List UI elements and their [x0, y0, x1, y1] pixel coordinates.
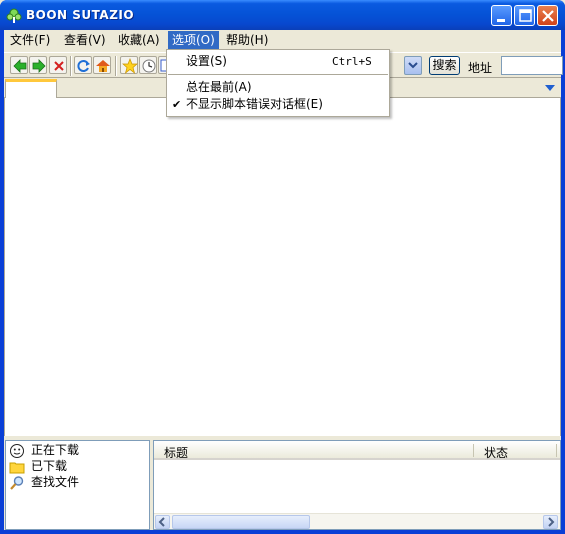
toolbar-separator: [115, 56, 117, 76]
chevron-down-icon: [408, 62, 418, 69]
stop-button[interactable]: [49, 56, 67, 74]
tree-item-label: 正在下载: [31, 443, 80, 457]
menu-favorites[interactable]: 收藏(A): [114, 31, 164, 49]
forward-icon: [32, 59, 46, 73]
column-divider[interactable]: [473, 444, 474, 457]
scroll-left-button[interactable]: [155, 515, 170, 529]
toolbar-separator: [70, 56, 72, 76]
menu-help[interactable]: 帮助(H): [222, 31, 272, 49]
downloads-tree: 正在下载 已下载 查找文件: [5, 440, 150, 530]
maximize-icon: [519, 9, 532, 22]
address-label: 地址: [468, 61, 493, 75]
menu-item-label: 不显示脚本错误对话框(E): [186, 97, 323, 111]
menu-options[interactable]: 选项(O): [168, 31, 219, 49]
tree-item-label: 已下载: [31, 459, 68, 473]
favorites-icon: [122, 58, 138, 74]
title-bar[interactable]: BOON SUTAZIO: [0, 0, 565, 30]
tab-blank[interactable]: [5, 79, 57, 98]
menu-separator: [168, 74, 388, 75]
menu-item-label: 设置(S): [186, 54, 227, 68]
column-divider[interactable]: [556, 444, 557, 457]
forward-button[interactable]: [29, 56, 47, 74]
back-icon: [13, 59, 27, 73]
close-button[interactable]: [537, 5, 558, 26]
favorites-button[interactable]: [120, 56, 138, 74]
magnifier-icon: [10, 476, 24, 490]
app-window: BOON SUTAZIO 文件(F) 查看(V) 收藏(A) 选项(O) 帮助(…: [0, 0, 565, 534]
minimize-icon: [497, 19, 505, 22]
home-button[interactable]: [93, 56, 111, 74]
home-icon: [96, 60, 110, 72]
back-button[interactable]: [10, 56, 28, 74]
scroll-thumb[interactable]: [172, 515, 310, 529]
app-logo-icon: [6, 8, 22, 23]
menu-item-shortcut: Ctrl+S: [332, 55, 372, 68]
menu-item-settings[interactable]: 设置(S) Ctrl+S: [167, 53, 389, 70]
history-button[interactable]: [139, 56, 157, 74]
maximize-button[interactable]: [514, 5, 535, 26]
list-header: 标题 状态: [154, 441, 560, 460]
chevron-right-icon: [548, 517, 555, 527]
tab-list-arrow-icon[interactable]: [545, 84, 555, 92]
history-icon: [142, 59, 156, 73]
download-list: 标题 状态: [153, 440, 561, 530]
column-status[interactable]: 状态: [484, 444, 508, 461]
options-menu: 设置(S) Ctrl+S 总在最前(A) ✔ 不显示脚本错误对话框(E): [166, 49, 390, 117]
menu-bar: 文件(F) 查看(V) 收藏(A) 选项(O) 帮助(H): [4, 30, 561, 50]
menu-file[interactable]: 文件(F): [6, 31, 54, 49]
checkmark-icon: ✔: [172, 98, 182, 111]
column-title[interactable]: 标题: [164, 444, 188, 461]
menu-item-always-on-top[interactable]: 总在最前(A): [167, 79, 389, 96]
refresh-icon: [77, 60, 90, 72]
scroll-right-button[interactable]: [543, 515, 558, 529]
refresh-button[interactable]: [74, 56, 92, 74]
menu-item-label: 总在最前(A): [186, 80, 252, 94]
horizontal-scrollbar[interactable]: [154, 513, 560, 529]
browser-content[interactable]: [4, 98, 561, 436]
menu-item-hide-script-errors[interactable]: ✔ 不显示脚本错误对话框(E): [167, 96, 389, 113]
address-dropdown-button[interactable]: [404, 56, 422, 75]
address-input[interactable]: [501, 56, 563, 75]
folder-icon: [9, 462, 25, 474]
chevron-left-icon: [158, 517, 165, 527]
minimize-button[interactable]: [491, 5, 512, 26]
close-icon: [542, 10, 554, 22]
menu-view[interactable]: 查看(V): [60, 31, 110, 49]
tree-item-label: 查找文件: [31, 475, 80, 489]
smiley-icon: [10, 444, 24, 458]
stop-icon: [54, 61, 64, 71]
window-title: BOON SUTAZIO: [26, 8, 135, 22]
search-button[interactable]: 搜索: [429, 56, 460, 75]
